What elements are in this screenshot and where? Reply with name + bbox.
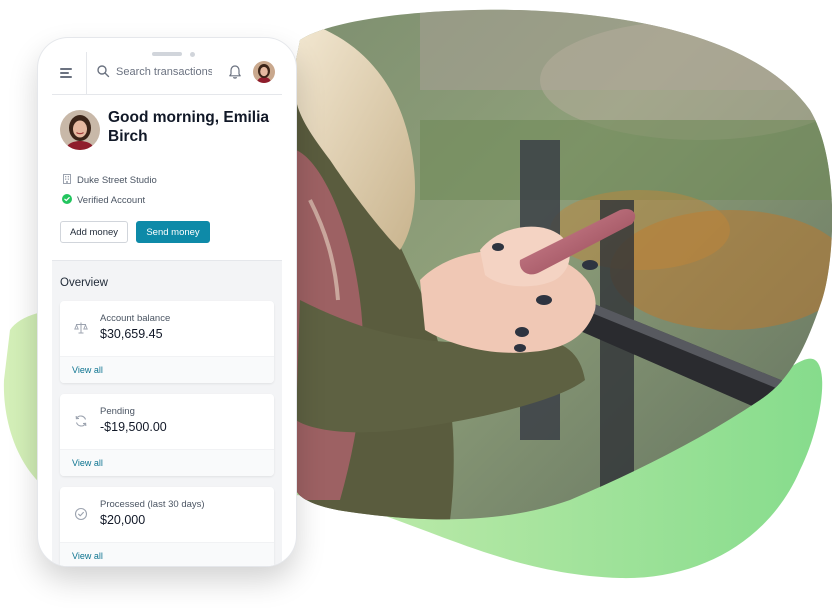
user-avatar[interactable]: [253, 61, 275, 83]
hero-scene: Good morning, Emilia Birch Duke Street S…: [0, 0, 832, 608]
company-name: Duke Street Studio: [77, 175, 157, 186]
card-label: Account balance: [100, 313, 171, 324]
menu-icon[interactable]: [60, 66, 76, 80]
search-icon: [97, 65, 110, 78]
processed-card: Processed (last 30 days) $20,000 View al…: [60, 487, 274, 566]
company-row: Duke Street Studio: [62, 174, 157, 186]
card-footer: View all: [60, 542, 274, 566]
scale-icon: [74, 322, 88, 334]
overview-section: Overview Account balance $30,659.45 View…: [52, 260, 282, 566]
pending-card: Pending -$19,500.00 View all: [60, 394, 274, 476]
verified-label: Verified Account: [77, 195, 146, 206]
card-label: Processed (last 30 days): [100, 499, 205, 510]
greeting-heading: Good morning, Emilia Birch: [108, 109, 270, 145]
app-screen: Good morning, Emilia Birch Duke Street S…: [52, 52, 282, 566]
building-icon: [63, 174, 71, 184]
verified-check-icon: [62, 194, 72, 204]
card-value: -$19,500.00: [100, 420, 167, 434]
view-all-link[interactable]: View all: [72, 365, 103, 375]
topbar-divider: [86, 52, 87, 94]
search-input[interactable]: [116, 61, 212, 83]
card-footer: View all: [60, 449, 274, 476]
view-all-link[interactable]: View all: [72, 458, 103, 468]
top-bar: [52, 52, 282, 95]
card-label: Pending: [100, 406, 135, 417]
card-value: $20,000: [100, 513, 146, 527]
card-value: $30,659.45: [100, 327, 163, 341]
profile-avatar: [60, 110, 100, 150]
balance-card: Account balance $30,659.45 View all: [60, 301, 274, 383]
phone-mockup: Good morning, Emilia Birch Duke Street S…: [38, 38, 296, 566]
card-footer: View all: [60, 356, 274, 383]
refresh-icon: [75, 415, 87, 427]
add-money-button[interactable]: Add money: [60, 221, 128, 243]
verified-row: Verified Account: [62, 194, 145, 206]
overview-title: Overview: [60, 277, 108, 289]
bell-icon[interactable]: [228, 64, 242, 80]
check-circle-icon: [74, 507, 88, 521]
send-money-button[interactable]: Send money: [136, 221, 210, 243]
view-all-link[interactable]: View all: [72, 551, 103, 561]
